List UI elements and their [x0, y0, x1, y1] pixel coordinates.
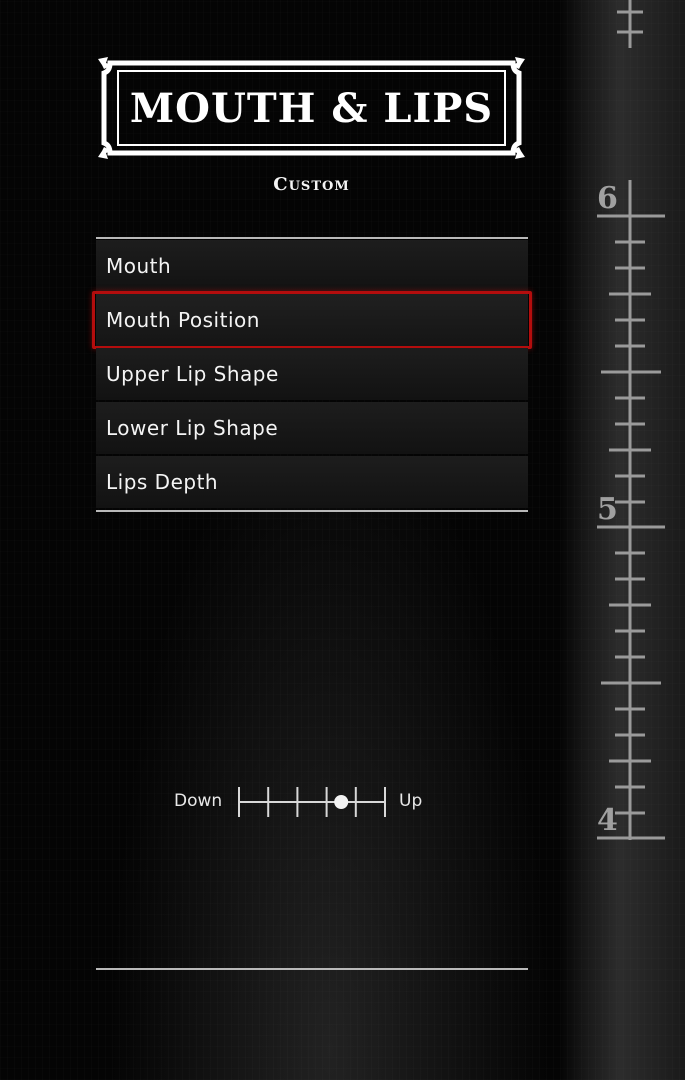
height-ruler: 6 5 4: [597, 0, 665, 840]
menu-item-label: Lips Depth: [106, 470, 219, 494]
menu-item-label: Lower Lip Shape: [106, 416, 279, 440]
position-slider[interactable]: [238, 786, 386, 818]
ruler-label-4: 4: [597, 803, 618, 838]
character-creator-screen: 6 5 4 MOUTH & LIPS Custom Mouth Mouth Po…: [0, 0, 685, 1080]
menu-bottom-divider: [96, 510, 528, 512]
options-menu: Mouth Mouth Position Upper Lip Shape Low…: [92, 240, 532, 510]
menu-item-mouth[interactable]: Mouth: [96, 240, 528, 292]
slider-knob[interactable]: [334, 795, 349, 809]
slider-max-label: Up: [399, 791, 423, 811]
mouth-position-slider-row: Down Up: [96, 784, 528, 820]
menu-item-mouth-position[interactable]: Mouth Position: [92, 291, 532, 349]
page-subtitle: Custom: [273, 174, 350, 195]
slider-min-label: Down: [174, 791, 223, 811]
menu-item-upper-lip-shape[interactable]: Upper Lip Shape: [96, 348, 528, 400]
menu-item-lower-lip-shape[interactable]: Lower Lip Shape: [96, 402, 528, 454]
menu-top-divider: [96, 237, 528, 239]
title-banner: MOUTH & LIPS: [96, 55, 527, 161]
menu-item-label: Mouth Position: [106, 308, 260, 332]
footer-divider: [96, 968, 528, 970]
ruler-label-5: 5: [597, 492, 618, 527]
menu-item-label: Upper Lip Shape: [106, 362, 279, 386]
page-title: MOUTH & LIPS: [129, 84, 494, 132]
menu-item-label: Mouth: [106, 254, 172, 278]
ruler-label-6: 6: [597, 181, 618, 216]
menu-item-lips-depth[interactable]: Lips Depth: [96, 456, 528, 508]
